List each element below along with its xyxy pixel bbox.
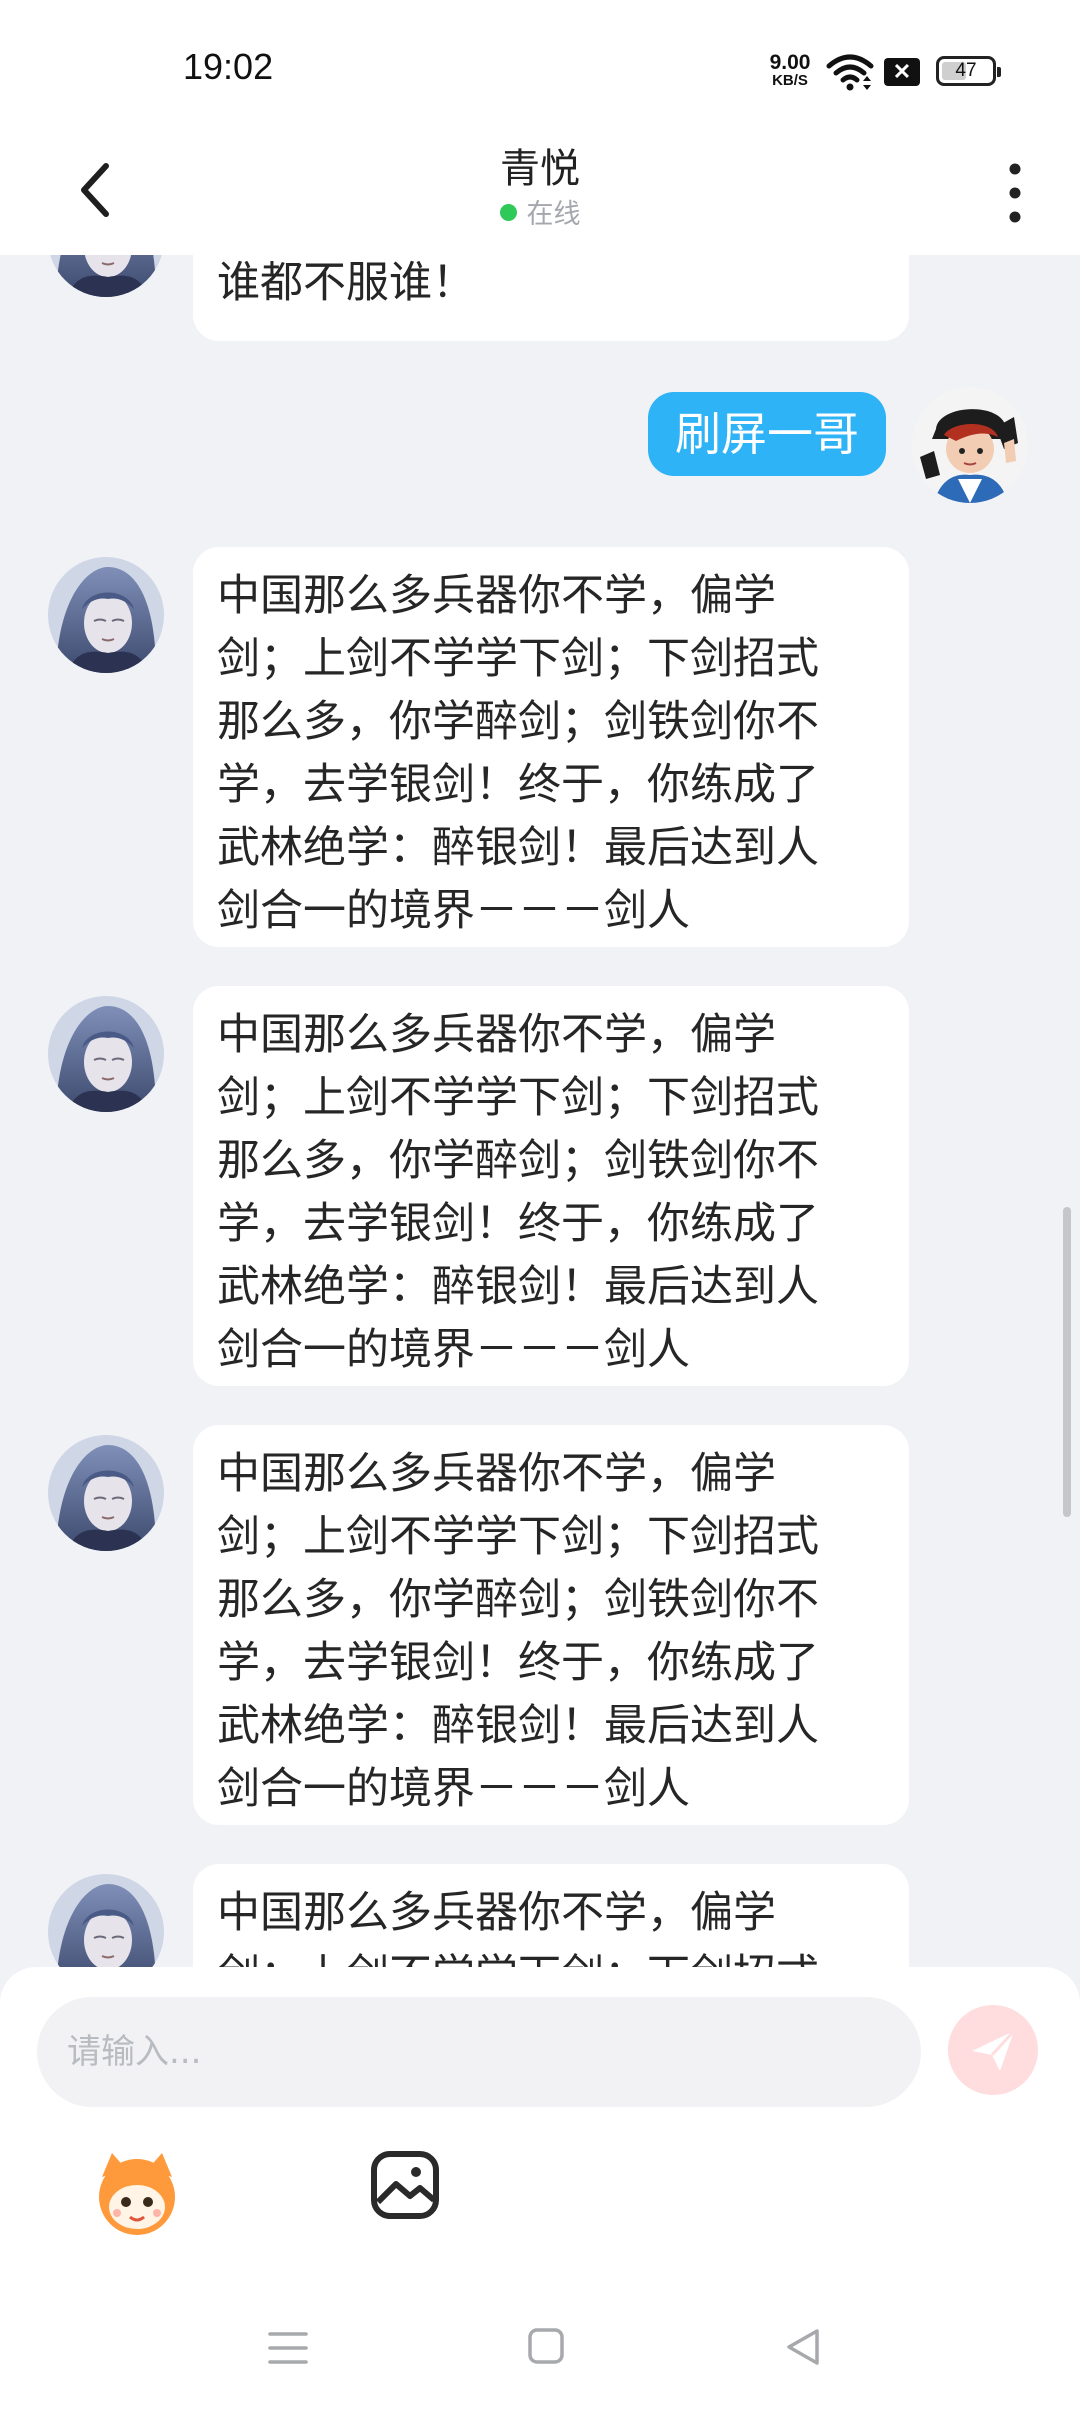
received-message-bubble[interactable]: 中国那么多兵器你不学，偏学剑；上剑不学学下剑；下剑招式那么多，你学醉剑；剑铁剑你… [193,1425,909,1825]
message-line: 那么多，你学醉剑；剑铁剑你不 [217,1136,819,1186]
message-line: 谁都不服谁！ [217,258,475,308]
status-time: 19:02 [183,46,274,87]
contact-avatar[interactable] [48,996,164,1112]
battery-icon: 47 [936,56,1001,86]
sent-message-bubble[interactable]: 刷屏一哥 [648,392,886,476]
chat-header: 青悦 在线 [0,130,1080,255]
message-line: 学，去学银剑！终于，你练成了 [217,760,819,810]
mascot-emoji-icon[interactable] [90,2147,184,2241]
received-message-bubble[interactable]: 中国那么多兵器你不学，偏学剑；上剑不学学下剑；下剑招式那么多，你学醉剑；剑铁剑你… [193,1864,909,1970]
network-speed-unit: KB/S [772,72,808,89]
contact-name: 青悦 [500,146,580,192]
network-speed-value: 9.00 [769,51,811,74]
message-line: 剑合一的境界－－－剑人 [217,886,690,936]
network-speed: 9.00 KB/S [762,52,818,88]
paper-plane-icon [972,2029,1016,2071]
contact-avatar[interactable] [48,557,164,673]
message-line: 剑合一的境界－－－剑人 [217,1325,690,1375]
wifi-icon [826,54,874,91]
more-options-icon[interactable] [1000,155,1030,231]
message-line: 那么多，你学醉剑；剑铁剑你不 [217,697,819,747]
message-input[interactable] [37,1997,921,2107]
status-bar: 19:02 9.00 KB/S ✕ 47 [0,0,1080,130]
scrollbar[interactable] [1063,1207,1071,1517]
message-line: 中国那么多兵器你不学，偏学 [217,1010,776,1060]
message-line: 中国那么多兵器你不学，偏学 [217,571,776,621]
my-avatar[interactable] [912,387,1028,503]
online-dot-icon [499,204,517,221]
received-message-bubble[interactable]: 你瞅你的五官长得，各长各的，谁都不服谁！ [193,255,909,341]
contact-avatar[interactable] [48,1874,164,1970]
send-button[interactable] [948,2005,1038,2095]
message-line: 中国那么多兵器你不学，偏学 [217,1449,776,1499]
battery-text: 47 [955,60,977,81]
home-icon[interactable] [527,2327,565,2365]
received-message-bubble[interactable]: 中国那么多兵器你不学，偏学剑；上剑不学学下剑；下剑招式那么多，你学醉剑；剑铁剑你… [193,547,909,947]
message-line: 武林绝学：醉银剑！最后达到人 [217,1262,819,1312]
message-line: 武林绝学：醉银剑！最后达到人 [217,823,819,873]
no-sim-icon: ✕ [884,58,920,86]
message-line: 剑；上剑不学学下剑；下剑招式 [217,1073,819,1123]
contact-avatar[interactable] [48,255,164,297]
message-line: 剑；上剑不学学下剑；下剑招式 [217,634,819,684]
contact-avatar[interactable] [48,1435,164,1551]
message-line: 剑合一的境界－－－剑人 [217,1764,690,1814]
image-icon[interactable] [370,2150,440,2220]
message-line: 刷屏一哥 [675,407,859,461]
message-list[interactable]: 你瞅你的五官长得，各长各的，谁都不服谁！ 刷屏一哥 中国那么多兵器你不学，偏学剑… [0,255,1080,1970]
system-nav-bar [0,2290,1080,2412]
presence-status: 在线 [0,192,1080,231]
message-line: 学，去学银剑！终于，你练成了 [217,1638,819,1688]
message-line: 学，去学银剑！终于，你练成了 [217,1199,819,1249]
message-line: 剑；上剑不学学下剑；下剑招式 [217,1512,819,1562]
received-message-bubble[interactable]: 中国那么多兵器你不学，偏学剑；上剑不学学下剑；下剑招式那么多，你学醉剑；剑铁剑你… [193,986,909,1386]
message-line: 武林绝学：醉银剑！最后达到人 [217,1701,819,1751]
message-line: 那么多，你学醉剑；剑铁剑你不 [217,1575,819,1625]
presence-label: 在线 [526,199,581,230]
back-triangle-icon[interactable] [783,2325,823,2369]
message-line: 中国那么多兵器你不学，偏学 [217,1888,776,1938]
menu-icon[interactable] [266,2328,310,2368]
